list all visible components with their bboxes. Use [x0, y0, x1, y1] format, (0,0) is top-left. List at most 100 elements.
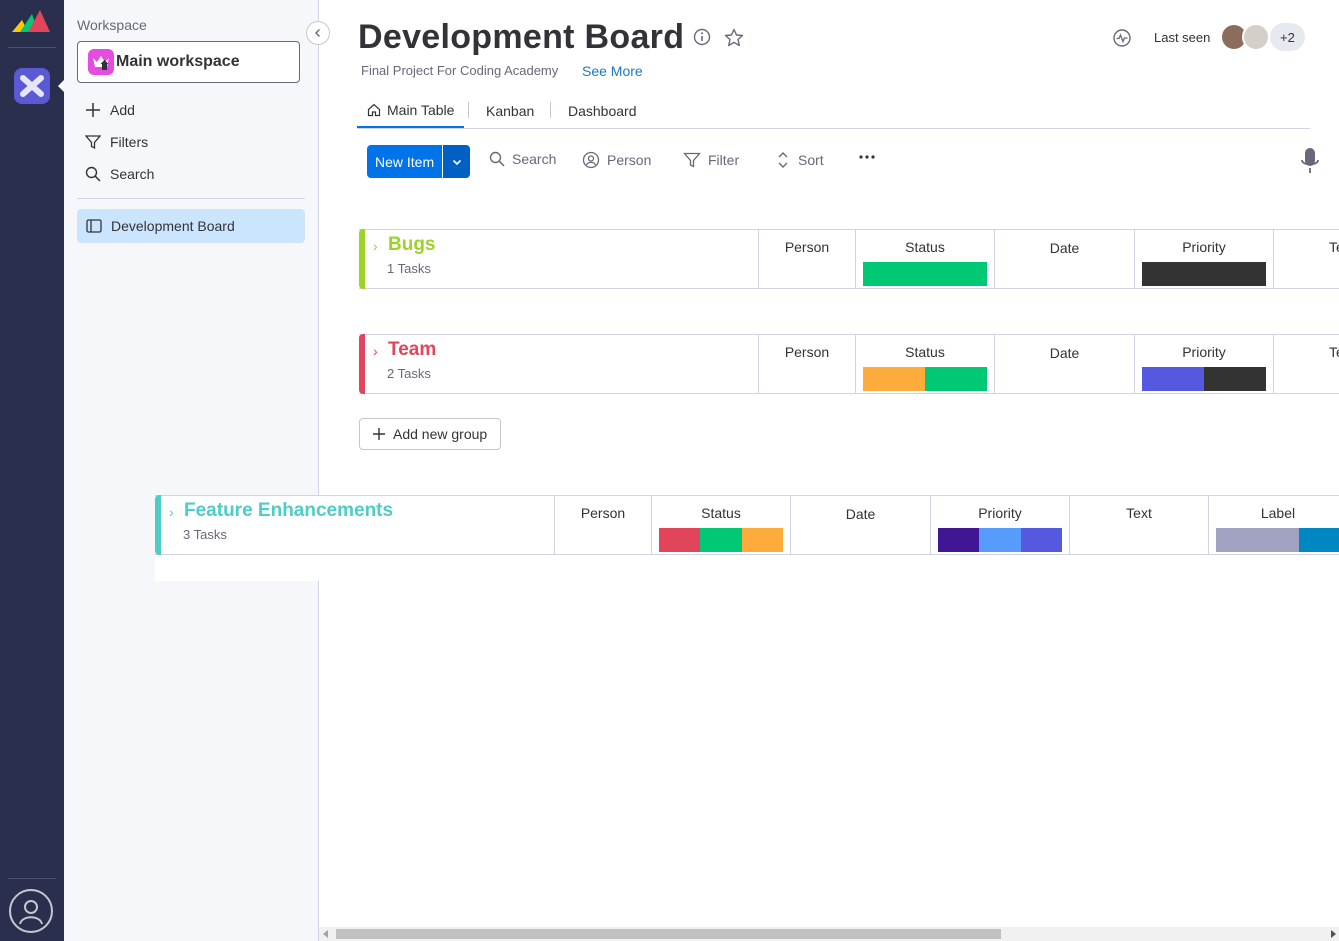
add-label: Add	[110, 102, 135, 118]
status-summary-bar	[863, 262, 987, 286]
tab-main-table-label: Main Table	[387, 102, 455, 118]
column-header[interactable]: Date	[995, 345, 1134, 361]
star-icon[interactable]	[724, 28, 744, 47]
group-color-bar	[155, 495, 161, 555]
column-header[interactable]: Text	[1329, 344, 1339, 360]
scroll-left-arrow[interactable]	[323, 930, 328, 938]
column-header[interactable]: Label	[1209, 505, 1339, 521]
filter-tool-label: Filter	[708, 152, 740, 168]
group-title[interactable]: Team	[388, 339, 436, 361]
group-bugs: › Bugs 1 Tasks Person Status Date Priori…	[359, 229, 1339, 289]
group-color-bar	[359, 334, 365, 394]
board-title[interactable]: Development Board	[358, 18, 684, 57]
microphone-icon[interactable]	[1300, 147, 1320, 175]
group-title[interactable]: Feature Enhancements	[184, 500, 393, 522]
column-header[interactable]: Person	[759, 239, 855, 255]
monday-logo-icon[interactable]	[10, 8, 52, 34]
status-segment	[863, 262, 987, 286]
column-header[interactable]: Text	[1329, 239, 1339, 255]
tab-divider	[468, 102, 469, 118]
priority-segment	[1142, 367, 1204, 391]
label-summary-bar	[1216, 528, 1339, 552]
workspace-dropdown[interactable]: Main workspace	[77, 41, 300, 83]
status-segment	[700, 528, 742, 552]
column-text: Text	[1273, 335, 1339, 393]
search-tool-button[interactable]: Search	[489, 151, 556, 167]
workspace-switcher-button[interactable]	[14, 68, 50, 104]
priority-summary-bar	[938, 528, 1062, 552]
column-header[interactable]: Person	[555, 505, 651, 521]
search-icon	[489, 151, 505, 167]
column-header[interactable]: Priority	[1135, 239, 1273, 255]
status-summary-bar	[659, 528, 783, 552]
tab-dashboard[interactable]: Dashboard	[568, 94, 637, 128]
group-feature-enhancements[interactable]: › Feature Enhancements 3 Tasks Person St…	[155, 495, 1339, 555]
add-new-group-label: Add new group	[393, 426, 488, 442]
column-header[interactable]: Text	[1070, 505, 1208, 521]
column-date: Date	[994, 335, 1134, 393]
more-options-button[interactable]	[858, 154, 883, 160]
collapse-panel-button[interactable]	[306, 21, 330, 45]
workspace-label: Workspace	[77, 17, 147, 33]
crown-icon	[88, 49, 114, 75]
column-header[interactable]: Priority	[1135, 344, 1273, 360]
group-team: › Team 2 Tasks Person Status Date Priori…	[359, 334, 1339, 394]
column-header[interactable]: Date	[791, 506, 930, 522]
avatar	[1242, 23, 1270, 51]
column-person: Person	[758, 335, 855, 393]
filters-button[interactable]: Filters	[85, 131, 148, 153]
chevron-left-icon	[315, 29, 320, 37]
last-seen-label: Last seen	[1154, 30, 1211, 45]
column-priority: Priority	[930, 496, 1069, 554]
board-item-label: Development Board	[111, 218, 235, 234]
person-tool-button[interactable]: Person	[582, 151, 651, 169]
priority-segment	[938, 528, 980, 552]
add-new-group-button[interactable]: Add new group	[359, 418, 501, 450]
search-icon	[85, 166, 101, 182]
chevron-right-icon[interactable]: ›	[373, 238, 378, 254]
scroll-right-arrow[interactable]	[1331, 930, 1336, 938]
sort-icon	[778, 152, 788, 168]
tab-main-table[interactable]: Main Table	[357, 94, 465, 128]
new-item-button-group: New Item	[367, 145, 471, 178]
sort-tool-label: Sort	[798, 152, 824, 168]
scrollbar-thumb[interactable]	[336, 929, 1001, 939]
priority-segment	[1020, 528, 1062, 552]
column-header[interactable]: Status	[856, 344, 994, 360]
status-segment	[659, 528, 701, 552]
column-header[interactable]: Status	[856, 239, 994, 255]
last-seen-avatars[interactable]: +2	[1220, 23, 1305, 51]
status-segment	[863, 367, 925, 391]
status-segment	[925, 367, 987, 391]
chevron-down-icon	[452, 159, 461, 165]
column-header[interactable]: Priority	[931, 505, 1069, 521]
column-header[interactable]: Person	[759, 344, 855, 360]
board-item-development-board[interactable]: Development Board	[77, 209, 305, 243]
horizontal-scrollbar[interactable]	[319, 927, 1339, 941]
priority-summary-bar	[1142, 262, 1266, 286]
add-button[interactable]: Add	[85, 99, 135, 121]
new-item-button[interactable]: New Item	[367, 145, 443, 178]
user-avatar-button[interactable]	[9, 889, 53, 933]
priority-summary-bar	[1142, 367, 1266, 391]
more-viewers-badge: +2	[1270, 23, 1305, 51]
search-label: Search	[110, 166, 155, 182]
see-more-link[interactable]: See More	[582, 63, 643, 79]
sort-tool-button[interactable]: Sort	[775, 151, 824, 169]
tab-kanban[interactable]: Kanban	[486, 94, 534, 128]
column-label: Label	[1208, 496, 1339, 554]
chevron-right-icon[interactable]: ›	[373, 343, 378, 359]
column-header[interactable]: Date	[995, 240, 1134, 256]
filter-tool-button[interactable]: Filter	[683, 151, 739, 169]
search-button[interactable]: Search	[85, 163, 154, 185]
activity-icon[interactable]	[1112, 28, 1132, 48]
group-title[interactable]: Bugs	[388, 234, 436, 256]
info-icon[interactable]	[693, 28, 711, 46]
chevron-right-icon[interactable]: ›	[169, 504, 174, 520]
column-priority: Priority	[1134, 335, 1273, 393]
column-header[interactable]: Status	[652, 505, 790, 521]
new-item-dropdown-button[interactable]	[443, 145, 471, 178]
status-segment	[741, 528, 783, 552]
group-color-bar	[359, 229, 365, 289]
column-status: Status	[651, 496, 790, 554]
